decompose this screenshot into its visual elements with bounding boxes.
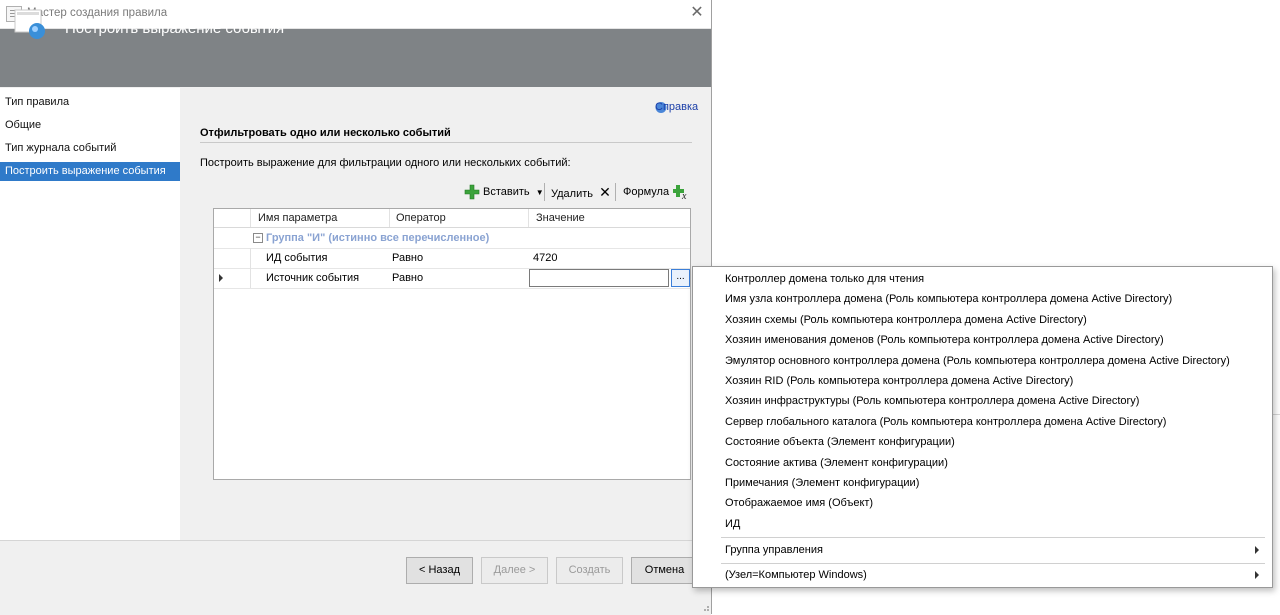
menu-item[interactable]: ИД xyxy=(725,515,740,533)
insert-label: Вставить xyxy=(483,186,530,198)
nav-item-rule-type[interactable]: Тип правила xyxy=(0,93,180,112)
group-label: Группа "И" (истинно все перечисленное) xyxy=(266,232,490,244)
dropdown-arrow-icon: ▼ xyxy=(535,188,544,197)
menu-item[interactable]: Хозяин инфраструктуры (Роль компьютера к… xyxy=(725,392,1139,410)
resize-grip-icon[interactable] xyxy=(700,602,710,612)
submenu-arrow-icon xyxy=(1255,571,1259,579)
column-divider xyxy=(250,209,251,227)
column-header-name[interactable]: Имя параметра xyxy=(258,209,388,228)
close-button[interactable]: ✕ xyxy=(688,4,706,22)
delete-x-icon: ✕ xyxy=(599,184,611,200)
page-title: Построить выражение события xyxy=(65,20,285,37)
background-divider xyxy=(1273,414,1280,415)
current-row-indicator-icon xyxy=(219,274,223,282)
nav-item-build-expression[interactable]: Построить выражение события xyxy=(0,162,180,181)
column-divider xyxy=(389,209,390,227)
collapse-icon[interactable]: − xyxy=(253,233,263,243)
value-input[interactable] xyxy=(529,269,669,287)
column-divider xyxy=(528,209,529,227)
menu-item[interactable]: Контроллер домена только для чтения xyxy=(725,270,924,288)
delete-button[interactable]: Удалить ✕ xyxy=(551,184,611,200)
operator-cell[interactable]: Равно xyxy=(392,248,423,268)
expression-grid: Имя параметра Оператор Значение − Группа… xyxy=(213,208,691,480)
window-title: Мастер создания правила xyxy=(27,7,168,19)
wizard-nav: Тип правила Общие Тип журнала событий По… xyxy=(0,88,180,540)
submenu-item-windows-computer[interactable]: (Узел=Компьютер Windows) xyxy=(725,566,867,584)
browse-ellipsis-button[interactable]: ... xyxy=(671,269,690,287)
row-header-column xyxy=(214,209,250,228)
insert-button[interactable]: Вставить ▼ xyxy=(483,184,544,200)
menu-item[interactable]: Хозяин именования доменов (Роль компьюте… xyxy=(725,331,1164,349)
svg-text:x: x xyxy=(681,191,687,200)
menu-item[interactable]: Состояние объекта (Элемент конфигурации) xyxy=(725,433,955,451)
menu-item[interactable]: Хозяин RID (Роль компьютера контроллера … xyxy=(725,372,1073,390)
cancel-button[interactable]: Отмена xyxy=(631,557,698,584)
column-header-value[interactable]: Значение xyxy=(536,209,686,228)
toolbar-separator xyxy=(544,183,545,201)
wizard-icon xyxy=(14,9,45,39)
section-divider xyxy=(200,142,692,143)
create-button[interactable]: Создать xyxy=(556,557,623,584)
formula-icon: x xyxy=(673,185,687,200)
operator-cell[interactable]: Равно xyxy=(392,268,423,288)
menu-item[interactable]: Примечания (Элемент конфигурации) xyxy=(725,474,919,492)
menu-separator xyxy=(721,537,1265,538)
menu-item[interactable]: Имя узла контроллера домена (Роль компью… xyxy=(725,290,1172,308)
menu-item[interactable]: Отображаемое имя (Объект) xyxy=(725,494,873,512)
submenu-arrow-icon xyxy=(1255,546,1259,554)
menu-item[interactable]: Хозяин схемы (Роль компьютера контроллер… xyxy=(725,311,1087,329)
back-button[interactable]: < Назад xyxy=(406,557,473,584)
section-title: Отфильтровать одно или несколько событий xyxy=(200,127,451,139)
table-row[interactable]: ИД события Равно 4720 xyxy=(214,248,690,269)
formula-button[interactable]: Формула xyxy=(623,184,669,200)
formula-label: Формула xyxy=(623,186,670,198)
help-link[interactable]: Справка xyxy=(655,101,698,113)
header-banner xyxy=(0,29,711,87)
delete-label: Удалить xyxy=(551,188,593,200)
value-picker-menu: Контроллер домена только для чтения Имя … xyxy=(692,266,1273,588)
nav-item-general[interactable]: Общие xyxy=(0,116,180,135)
section-instruction: Построить выражение для фильтрации одног… xyxy=(200,157,571,169)
param-name-cell[interactable]: ИД события xyxy=(266,248,328,268)
column-header-operator[interactable]: Оператор xyxy=(396,209,526,228)
table-row[interactable]: Источник события Равно ... xyxy=(214,268,690,289)
toolbar-separator xyxy=(615,183,616,201)
param-name-cell[interactable]: Источник события xyxy=(266,268,359,288)
menu-separator xyxy=(721,563,1265,564)
insert-plus-icon xyxy=(464,184,480,200)
menu-item[interactable]: Сервер глобального каталога (Роль компью… xyxy=(725,413,1166,431)
submenu-item-management-group[interactable]: Группа управления xyxy=(725,541,823,559)
menu-item[interactable]: Состояние актива (Элемент конфигурации) xyxy=(725,454,948,472)
nav-item-event-log-type[interactable]: Тип журнала событий xyxy=(0,139,180,158)
group-row[interactable]: − Группа "И" (истинно все перечисленное) xyxy=(214,228,690,249)
value-cell[interactable]: 4720 xyxy=(533,248,557,268)
next-button[interactable]: Далее > xyxy=(481,557,548,584)
menu-item[interactable]: Эмулятор основного контроллера домена (Р… xyxy=(725,352,1230,370)
